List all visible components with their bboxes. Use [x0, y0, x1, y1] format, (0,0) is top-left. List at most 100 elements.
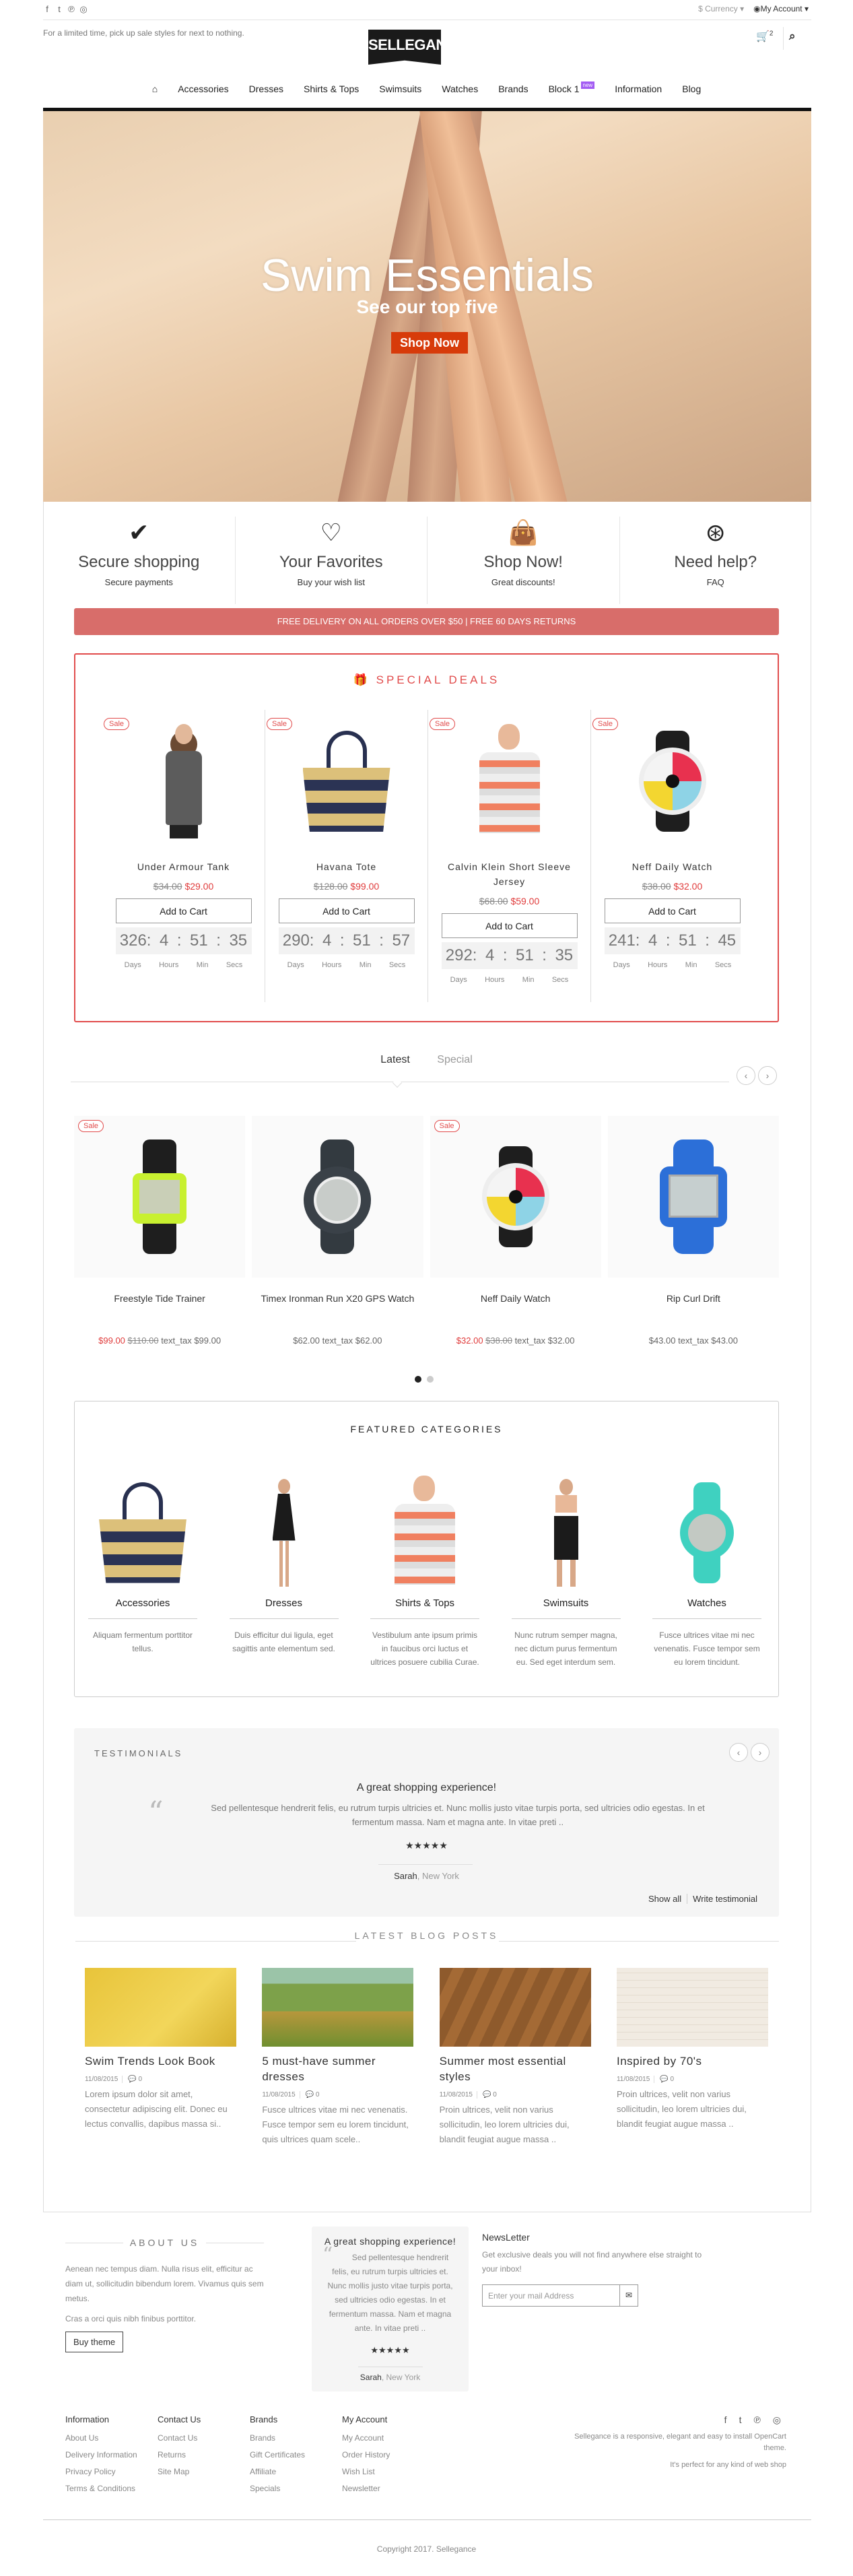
product-name[interactable]: Neff Daily Watch: [430, 1291, 601, 1321]
chevron-right-icon[interactable]: ›: [751, 1743, 770, 1762]
footer-link[interactable]: Site Map: [158, 2464, 250, 2480]
envelope-icon[interactable]: ✉: [619, 2285, 638, 2306]
blog-post-title[interactable]: Summer most essential styles: [440, 2053, 591, 2084]
buy-theme-button[interactable]: Buy theme: [65, 2332, 124, 2352]
product-image[interactable]: [430, 1116, 601, 1278]
home-icon[interactable]: ⌂: [152, 84, 158, 94]
product-name[interactable]: Timex Ironman Run X20 GPS Watch: [252, 1291, 423, 1321]
category-image[interactable]: [88, 1477, 197, 1588]
category-name[interactable]: Swimsuits: [511, 1597, 621, 1619]
my-account-dropdown[interactable]: ◉My Account ▾: [753, 4, 809, 13]
feature-subtitle[interactable]: FAQ: [620, 577, 812, 587]
nav-blog[interactable]: Blog: [682, 84, 701, 94]
footer-link[interactable]: Wish List: [342, 2464, 434, 2480]
product-image[interactable]: [252, 1116, 423, 1278]
add-to-cart-button[interactable]: Add to Cart: [115, 898, 252, 923]
nav-dresses[interactable]: Dresses: [249, 84, 283, 94]
newsletter-email-input[interactable]: [483, 2285, 619, 2306]
add-to-cart-button[interactable]: Add to Cart: [604, 898, 741, 923]
chevron-left-icon[interactable]: ‹: [737, 1066, 755, 1085]
category-card[interactable]: Swimsuits Nunc rutrum semper magna, nec …: [511, 1477, 621, 1669]
chevron-left-icon[interactable]: ‹: [729, 1743, 748, 1762]
product-image[interactable]: [112, 710, 254, 853]
category-card[interactable]: Accessories Aliquam fermentum porttitor …: [88, 1477, 197, 1669]
blog-post-title[interactable]: 5 must-have summer dresses: [262, 2053, 413, 2084]
blog-image[interactable]: [262, 1968, 414, 2047]
category-image[interactable]: [230, 1477, 339, 1588]
blog-image[interactable]: [616, 1968, 768, 2047]
footer-link[interactable]: Order History: [342, 2447, 434, 2464]
pagination-dot-1[interactable]: [415, 1376, 421, 1383]
nav-block-1[interactable]: Block 1 new: [549, 81, 595, 94]
footer-link[interactable]: Brands: [250, 2430, 342, 2447]
category-card[interactable]: Dresses Duis efficitur dui ligula, eget …: [229, 1477, 339, 1669]
blog-post-title[interactable]: Swim Trends Look Book: [85, 2053, 236, 2069]
footer-link[interactable]: Gift Certificates: [250, 2447, 342, 2464]
blog-meta: 11/08/2015 💬 0: [439, 2091, 497, 2099]
blog-image[interactable]: [85, 1968, 236, 2047]
add-to-cart-button[interactable]: Add to Cart: [441, 913, 578, 938]
facebook-icon[interactable]: f: [43, 4, 51, 15]
footer-link[interactable]: Specials: [250, 2480, 342, 2497]
category-name[interactable]: Shirts & Tops: [370, 1597, 479, 1619]
footer-link[interactable]: Delivery Information: [65, 2447, 158, 2464]
product-name[interactable]: Neff Daily Watch: [601, 859, 743, 874]
product-name[interactable]: Calvin Klein Short Sleeve Jersey: [438, 859, 580, 889]
nav-swimsuits[interactable]: Swimsuits: [379, 84, 421, 94]
currency-dropdown[interactable]: $ Currency ▾: [698, 4, 744, 13]
category-image[interactable]: [512, 1477, 621, 1588]
shop-now-button[interactable]: Shop Now: [391, 332, 468, 354]
product-image[interactable]: [438, 710, 580, 853]
nav-information[interactable]: Information: [615, 84, 662, 94]
twitter-icon[interactable]: t: [55, 4, 63, 15]
footer-link[interactable]: Newsletter: [342, 2480, 434, 2497]
category-name[interactable]: Dresses: [229, 1597, 339, 1619]
cart-button[interactable]: 🛒2: [756, 30, 773, 43]
category-card[interactable]: Shirts & Tops Vestibulum ante ipsum prim…: [370, 1475, 479, 1669]
blog-image[interactable]: [439, 1968, 591, 2047]
tab-special[interactable]: Special: [437, 1054, 472, 1065]
special-deals-title: 🎁 SPECIAL DEALS: [353, 673, 500, 686]
product-image[interactable]: [275, 710, 417, 853]
product-name[interactable]: Under Armour Tank: [112, 859, 254, 874]
footer-link[interactable]: About Us: [65, 2430, 158, 2447]
category-name[interactable]: Accessories: [88, 1597, 197, 1619]
product-name[interactable]: Havana Tote: [275, 859, 417, 874]
product-name[interactable]: Rip Curl Drift: [608, 1291, 779, 1321]
instagram-icon[interactable]: ◎: [79, 4, 88, 15]
show-all-link[interactable]: Show all: [643, 1894, 687, 1904]
nav-accessories[interactable]: Accessories: [178, 84, 228, 94]
twitter-icon[interactable]: t: [739, 2414, 742, 2426]
nav-brands[interactable]: Brands: [498, 84, 528, 94]
footer-link[interactable]: Terms & Conditions: [65, 2480, 158, 2497]
pinterest-icon[interactable]: ℗: [753, 2414, 760, 2426]
about-text-2: Cras a orci quis nibh finibus porttitor.: [65, 2314, 197, 2323]
product-image[interactable]: [601, 710, 743, 853]
footer-link[interactable]: My Account: [342, 2430, 434, 2447]
tab-latest[interactable]: Latest: [380, 1054, 410, 1065]
category-image[interactable]: [652, 1477, 761, 1588]
category-card[interactable]: Watches Fusce ultrices vitae mi nec vene…: [652, 1477, 761, 1669]
product-image[interactable]: [607, 1116, 779, 1278]
chevron-right-icon[interactable]: ›: [758, 1066, 777, 1085]
nav-watches[interactable]: Watches: [442, 84, 478, 94]
add-to-cart-button[interactable]: Add to Cart: [278, 898, 415, 923]
blog-post-title[interactable]: Inspired by 70's: [617, 2053, 768, 2069]
footer-link[interactable]: Privacy Policy: [65, 2464, 158, 2480]
nav-shirts-tops[interactable]: Shirts & Tops: [304, 84, 359, 94]
product-name[interactable]: Freestyle Tide Trainer: [74, 1291, 245, 1321]
category-image[interactable]: [370, 1475, 479, 1588]
search-icon[interactable]: ⌕: [789, 30, 796, 43]
pinterest-icon[interactable]: ℗: [67, 4, 75, 15]
instagram-icon[interactable]: ◎: [773, 2414, 781, 2426]
write-testimonial-link[interactable]: Write testimonial: [687, 1894, 763, 1904]
pagination-dot-2[interactable]: [427, 1376, 434, 1383]
product-image[interactable]: [74, 1116, 246, 1278]
logo[interactable]: SELLEGANCE: [368, 30, 441, 65]
facebook-icon[interactable]: f: [724, 2414, 727, 2426]
testimonial-headline: A great shopping experience!: [356, 1782, 497, 1793]
footer-link[interactable]: Contact Us: [158, 2430, 250, 2447]
footer-link[interactable]: Affiliate: [250, 2464, 342, 2480]
footer-link[interactable]: Returns: [158, 2447, 250, 2464]
category-name[interactable]: Watches: [652, 1597, 761, 1619]
